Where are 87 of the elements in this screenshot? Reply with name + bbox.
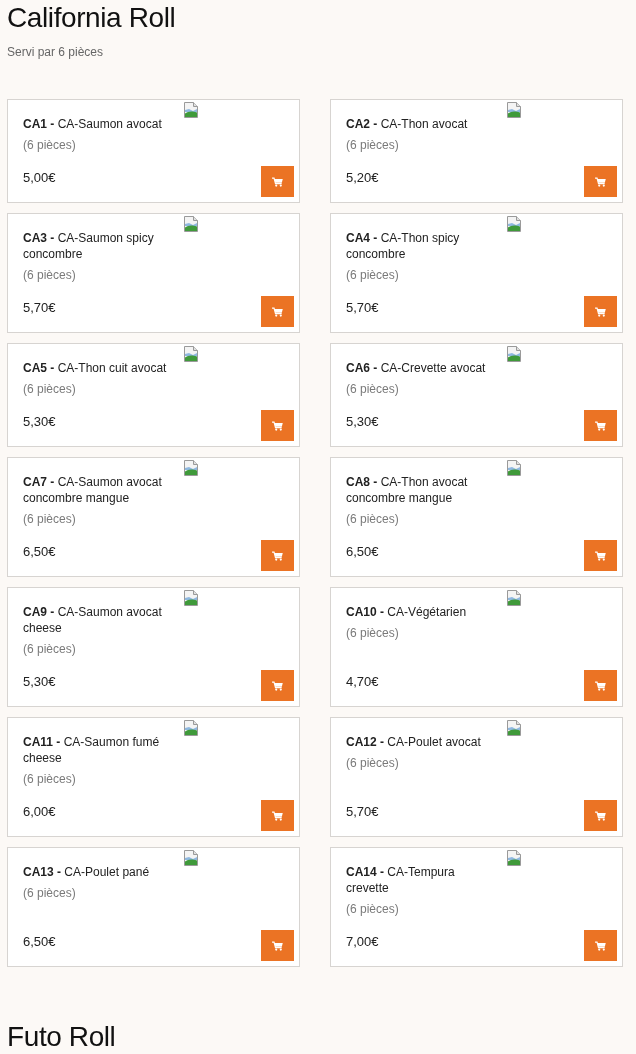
- cart-icon: [595, 810, 606, 821]
- add-to-cart-button[interactable]: [584, 800, 617, 831]
- broken-image-icon: [506, 346, 522, 362]
- add-to-cart-button[interactable]: [261, 540, 294, 571]
- product-price: 5,70€: [346, 804, 379, 820]
- cart-icon: [595, 680, 606, 691]
- product-title: CA14 - CA-Tempura crevette: [346, 864, 456, 896]
- add-to-cart-button[interactable]: [584, 670, 617, 701]
- product-price: 5,70€: [23, 300, 56, 316]
- piece-count: (6 pièces): [23, 137, 76, 153]
- product-title: CA9 - CA-Saumon avocat cheese: [23, 604, 163, 636]
- section-title: Futo Roll: [7, 1022, 116, 1052]
- add-to-cart-button[interactable]: [584, 410, 617, 441]
- cart-icon: [595, 176, 606, 187]
- product-title: CA5 - CA-Thon cuit avocat: [23, 360, 168, 376]
- cart-icon: [272, 940, 283, 951]
- product-price: 5,00€: [23, 170, 56, 186]
- product-title: CA4 - CA-Thon spicy concombre: [346, 230, 461, 262]
- piece-count: (6 pièces): [23, 885, 76, 901]
- product-price: 5,20€: [346, 170, 379, 186]
- product-title: CA7 - CA-Saumon avocat concombre mangue: [23, 474, 163, 506]
- broken-image-icon: [506, 850, 522, 866]
- product-title: CA10 - CA-Végétarien: [346, 604, 468, 620]
- product-title: CA3 - CA-Saumon spicy concombre: [23, 230, 155, 262]
- add-to-cart-button[interactable]: [261, 410, 294, 441]
- piece-count: (6 pièces): [346, 267, 399, 283]
- piece-count: (6 pièces): [23, 511, 76, 527]
- product-price: 5,70€: [346, 300, 379, 316]
- product-price: 5,30€: [23, 414, 56, 430]
- piece-count: (6 pièces): [23, 267, 76, 283]
- cart-icon: [272, 420, 283, 431]
- piece-count: (6 pièces): [346, 137, 399, 153]
- broken-image-icon: [506, 216, 522, 232]
- broken-image-icon: [183, 720, 199, 736]
- piece-count: (6 pièces): [346, 381, 399, 397]
- product-title: CA8 - CA-Thon avocat concombre mangue: [346, 474, 469, 506]
- product-price: 4,70€: [346, 674, 379, 690]
- add-to-cart-button[interactable]: [584, 166, 617, 197]
- piece-count: (6 pièces): [23, 641, 76, 657]
- product-price: 5,30€: [23, 674, 56, 690]
- broken-image-icon: [506, 102, 522, 118]
- cart-icon: [272, 810, 283, 821]
- add-to-cart-button[interactable]: [584, 296, 617, 327]
- cart-icon: [272, 680, 283, 691]
- product-title: CA2 - CA-Thon avocat: [346, 116, 469, 132]
- broken-image-icon: [183, 102, 199, 118]
- product-price: 6,50€: [346, 544, 379, 560]
- broken-image-icon: [183, 216, 199, 232]
- add-to-cart-button[interactable]: [584, 930, 617, 961]
- add-to-cart-button[interactable]: [261, 800, 294, 831]
- product-price: 6,50€: [23, 934, 56, 950]
- piece-count: (6 pièces): [346, 755, 399, 771]
- broken-image-icon: [183, 850, 199, 866]
- piece-count: (6 pièces): [346, 625, 399, 641]
- product-price: 5,30€: [346, 414, 379, 430]
- cart-icon: [595, 940, 606, 951]
- cart-icon: [272, 176, 283, 187]
- product-price: 6,50€: [23, 544, 56, 560]
- add-to-cart-button[interactable]: [584, 540, 617, 571]
- piece-count: (6 pièces): [346, 511, 399, 527]
- cart-icon: [595, 550, 606, 561]
- broken-image-icon: [506, 460, 522, 476]
- piece-count: (6 pièces): [346, 901, 399, 917]
- cart-icon: [272, 550, 283, 561]
- product-title: CA11 - CA-Saumon fumé cheese: [23, 734, 161, 766]
- product-title: CA12 - CA-Poulet avocat: [346, 734, 482, 750]
- piece-count: (6 pièces): [23, 771, 76, 787]
- broken-image-icon: [506, 590, 522, 606]
- add-to-cart-button[interactable]: [261, 296, 294, 327]
- product-title: CA1 - CA-Saumon avocat: [23, 116, 163, 132]
- product-title: CA6 - CA-Crevette avocat: [346, 360, 487, 376]
- product-price: 6,00€: [23, 804, 56, 820]
- piece-count: (6 pièces): [23, 381, 76, 397]
- section-subtitle: Servi par 6 pièces: [7, 44, 104, 60]
- broken-image-icon: [183, 590, 199, 606]
- add-to-cart-button[interactable]: [261, 670, 294, 701]
- broken-image-icon: [506, 720, 522, 736]
- broken-image-icon: [183, 460, 199, 476]
- product-price: 7,00€: [346, 934, 379, 950]
- cart-icon: [272, 306, 283, 317]
- add-to-cart-button[interactable]: [261, 930, 294, 961]
- section-title: California Roll: [7, 1, 176, 35]
- cart-icon: [595, 420, 606, 431]
- add-to-cart-button[interactable]: [261, 166, 294, 197]
- cart-icon: [595, 306, 606, 317]
- broken-image-icon: [183, 346, 199, 362]
- product-title: CA13 - CA-Poulet pané: [23, 864, 151, 880]
